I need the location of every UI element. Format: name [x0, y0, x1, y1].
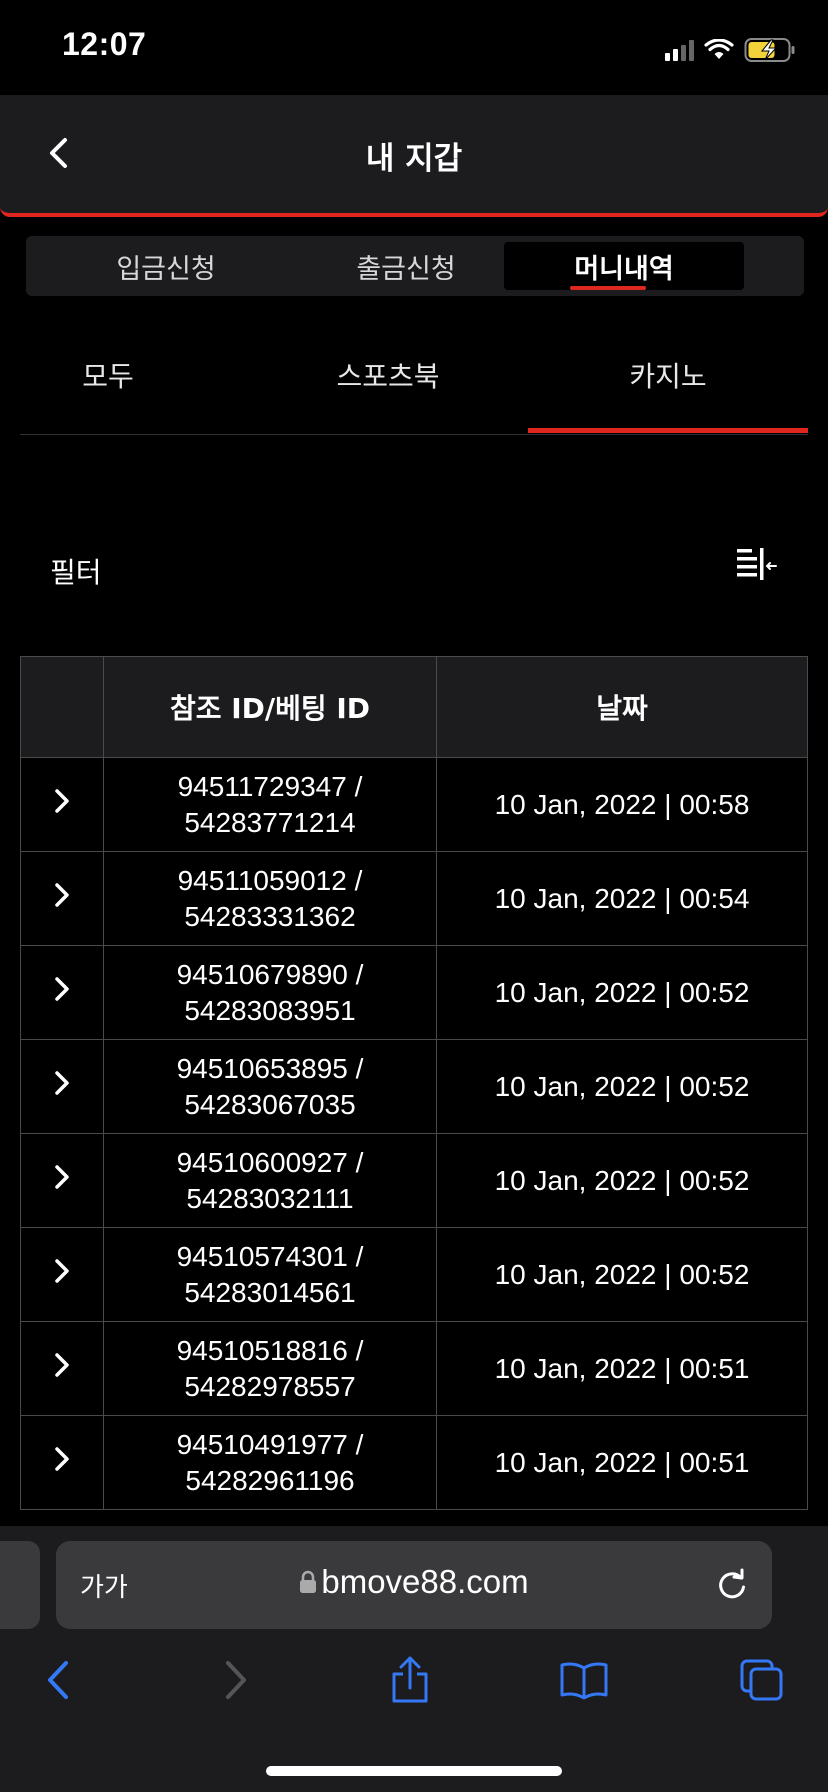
table-row[interactable]: 94511729347 /54283771214 10 Jan, 2022 | …	[20, 757, 808, 852]
cellular-signal-icon	[665, 39, 694, 61]
tab-all[interactable]: 모두	[20, 355, 196, 395]
segment-withdraw-request[interactable]: 출금신청	[286, 242, 526, 290]
table-row[interactable]: 94510574301 /54283014561 10 Jan, 2022 | …	[20, 1227, 808, 1322]
expand-cell[interactable]	[20, 1415, 104, 1510]
previous-tab-preview[interactable]	[0, 1541, 40, 1629]
tabs-divider	[20, 434, 808, 435]
tabs-icon	[740, 1659, 783, 1701]
battery-icon	[744, 38, 795, 62]
segment-deposit-request[interactable]: 입금신청	[46, 242, 286, 290]
tab-active-indicator	[528, 428, 808, 433]
date-cell: 10 Jan, 2022 | 00:54	[436, 851, 808, 946]
tab-casino[interactable]: 카지노	[528, 355, 808, 395]
date-cell: 10 Jan, 2022 | 00:52	[436, 945, 808, 1040]
date-cell: 10 Jan, 2022 | 00:51	[436, 1321, 808, 1416]
browser-forward-button[interactable]	[208, 1654, 264, 1706]
table-row[interactable]: 94510653895 /54283067035 10 Jan, 2022 | …	[20, 1039, 808, 1134]
browser-back-button[interactable]	[30, 1654, 86, 1706]
segment-active-indicator	[570, 286, 646, 290]
chevron-right-icon	[55, 882, 69, 907]
chevron-right-icon	[55, 1352, 69, 1377]
tab-sportsbook[interactable]: 스포츠북	[290, 355, 486, 395]
expand-cell[interactable]	[20, 945, 104, 1040]
date-cell: 10 Jan, 2022 | 00:51	[436, 1415, 808, 1510]
ref-bet-id-cell: 94511729347 /54283771214	[103, 757, 437, 852]
status-time: 12:07	[62, 26, 147, 62]
filter-collapse-icon	[737, 548, 777, 580]
table-row[interactable]: 94510600927 /54283032111 10 Jan, 2022 | …	[20, 1133, 808, 1228]
date-cell: 10 Jan, 2022 | 00:52	[436, 1227, 808, 1322]
address-bar[interactable]: 가가 bmove88.com	[56, 1541, 772, 1629]
ref-bet-id-cell: 94511059012 /54283331362	[103, 851, 437, 946]
reload-button[interactable]	[712, 1565, 752, 1605]
ref-bet-id-cell: 94510679890 /54283083951	[103, 945, 437, 1040]
home-indicator	[266, 1766, 562, 1776]
date-cell: 10 Jan, 2022 | 00:52	[436, 1039, 808, 1134]
table-row[interactable]: 94510491977 /54282961196 10 Jan, 2022 | …	[20, 1415, 808, 1510]
url-text: bmove88.com	[321, 1563, 529, 1600]
expand-cell[interactable]	[20, 1321, 104, 1416]
filter-label[interactable]: 필터	[50, 551, 102, 591]
chevron-right-icon	[55, 1446, 69, 1471]
ref-bet-id-cell: 94510518816 /54282978557	[103, 1321, 437, 1416]
expand-cell[interactable]	[20, 757, 104, 852]
reload-icon	[719, 1568, 745, 1599]
chevron-left-icon	[48, 1661, 68, 1699]
header-expand	[20, 656, 104, 758]
bookmarks-button[interactable]	[556, 1654, 612, 1706]
ref-bet-id-cell: 94510653895 /54283067035	[103, 1039, 437, 1134]
tabs-button[interactable]	[734, 1654, 790, 1706]
page-title: 내 지갑	[365, 141, 463, 177]
status-icons	[665, 36, 796, 64]
wallet-segment-control: 입금신청 출금신청 머니내역	[26, 236, 804, 296]
expand-cell[interactable]	[20, 1133, 104, 1228]
table-row[interactable]: 94510518816 /54282978557 10 Jan, 2022 | …	[20, 1321, 808, 1416]
header-date: 날짜	[436, 656, 808, 758]
expand-cell[interactable]	[20, 1039, 104, 1134]
chevron-right-icon	[55, 1070, 69, 1095]
chevron-right-icon	[55, 1258, 69, 1283]
expand-cell[interactable]	[20, 1227, 104, 1322]
app-header: 내 지갑	[0, 95, 828, 217]
wifi-icon	[704, 39, 734, 59]
table-row[interactable]: 94510679890 /54283083951 10 Jan, 2022 | …	[20, 945, 808, 1040]
date-cell: 10 Jan, 2022 | 00:58	[436, 757, 808, 852]
book-icon	[560, 1662, 608, 1700]
filter-toggle-button[interactable]	[734, 545, 778, 585]
chevron-right-icon	[226, 1661, 246, 1699]
money-history-table: 참조 ID/베팅 ID 날짜 94511729347 /54283771214 …	[20, 656, 808, 1510]
table-row[interactable]: 94511059012 /54283331362 10 Jan, 2022 | …	[20, 851, 808, 946]
expand-cell[interactable]	[20, 851, 104, 946]
ref-bet-id-cell: 94510574301 /54283014561	[103, 1227, 437, 1322]
chevron-right-icon	[55, 788, 69, 813]
chevron-right-icon	[55, 1164, 69, 1189]
date-cell: 10 Jan, 2022 | 00:52	[436, 1133, 808, 1228]
share-button[interactable]	[382, 1654, 438, 1706]
ref-bet-id-cell: 94510600927 /54283032111	[103, 1133, 437, 1228]
ref-bet-id-cell: 94510491977 /54282961196	[103, 1415, 437, 1510]
lock-icon	[300, 1570, 317, 1593]
chevron-right-icon	[55, 976, 69, 1001]
segment-money-history[interactable]: 머니내역	[504, 242, 744, 290]
share-icon	[392, 1656, 428, 1703]
table-header-row: 참조 ID/베팅 ID 날짜	[20, 656, 808, 758]
header-ref-bet-id: 참조 ID/베팅 ID	[103, 656, 437, 758]
